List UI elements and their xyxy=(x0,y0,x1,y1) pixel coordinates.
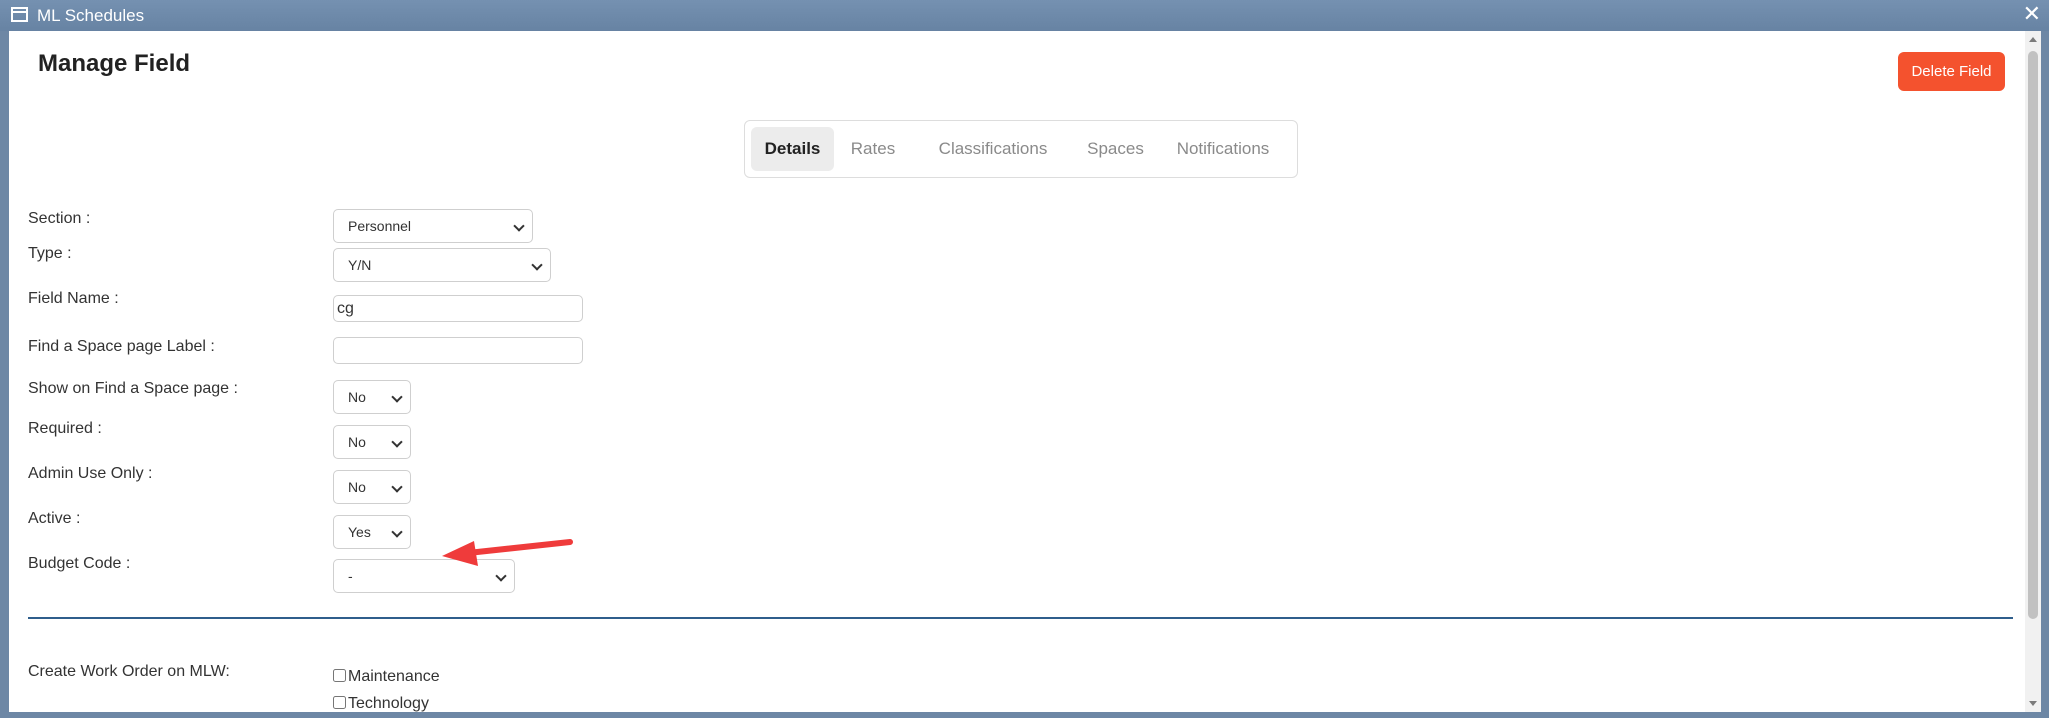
active-label: Active : xyxy=(28,510,81,527)
window-titlebar: ML Schedules ✕ xyxy=(0,0,2049,31)
show-on-find-value: No xyxy=(348,389,366,405)
chevron-down-icon xyxy=(531,259,543,271)
chevron-down-icon xyxy=(391,526,403,538)
required-value: No xyxy=(348,434,366,450)
tab-rates[interactable]: Rates xyxy=(847,127,899,171)
show-on-find-select[interactable]: No xyxy=(333,380,411,414)
chevron-down-icon xyxy=(391,436,403,448)
field-name-input[interactable] xyxy=(333,295,583,322)
scroll-down-icon[interactable] xyxy=(2029,701,2037,706)
admin-only-select[interactable]: No xyxy=(333,470,411,504)
scroll-up-icon[interactable] xyxy=(2029,37,2037,42)
page-title: Manage Field xyxy=(38,50,191,77)
section-divider xyxy=(28,617,2013,619)
admin-only-value: No xyxy=(348,479,366,495)
budget-code-label: Budget Code : xyxy=(28,555,131,572)
close-icon[interactable]: ✕ xyxy=(2023,2,2041,27)
work-order-label: Create Work Order on MLW: xyxy=(28,663,230,680)
technology-option[interactable]: Technology xyxy=(333,695,429,712)
maintenance-label: Maintenance xyxy=(348,668,440,685)
tab-classifications[interactable]: Classifications xyxy=(917,127,1069,171)
scroll-thumb[interactable] xyxy=(2028,51,2038,619)
chevron-down-icon xyxy=(513,220,525,232)
chevron-down-icon xyxy=(391,391,403,403)
maintenance-checkbox[interactable] xyxy=(333,669,346,682)
space-label-label: Find a Space page Label : xyxy=(28,338,215,355)
section-select[interactable]: Personnel xyxy=(333,209,533,243)
active-value: Yes xyxy=(348,524,371,540)
admin-only-label: Admin Use Only : xyxy=(28,465,153,482)
chevron-down-icon xyxy=(495,570,507,582)
delete-field-button[interactable]: Delete Field xyxy=(1898,52,2005,91)
vertical-scrollbar[interactable] xyxy=(2025,31,2041,712)
required-label: Required : xyxy=(28,420,102,437)
type-label: Type : xyxy=(28,245,72,262)
type-select-value: Y/N xyxy=(348,257,372,273)
maintenance-option[interactable]: Maintenance xyxy=(333,668,440,686)
red-arrow-icon xyxy=(442,539,573,566)
active-select[interactable]: Yes xyxy=(333,515,411,549)
space-label-input[interactable] xyxy=(333,337,583,364)
window-edge xyxy=(2041,31,2049,712)
technology-label: Technology xyxy=(348,695,429,712)
show-on-find-label: Show on Find a Space page : xyxy=(28,380,238,397)
tab-spaces[interactable]: Spaces xyxy=(1080,127,1151,171)
technology-checkbox[interactable] xyxy=(333,696,346,709)
tab-notifications[interactable]: Notifications xyxy=(1164,127,1282,171)
budget-code-value: - xyxy=(348,568,353,584)
field-name-label: Field Name : xyxy=(28,290,119,307)
tab-bar: Details Rates Classifications Spaces Not… xyxy=(744,120,1298,178)
chevron-down-icon xyxy=(391,481,403,493)
tab-details[interactable]: Details xyxy=(751,127,834,171)
window-title: ML Schedules xyxy=(37,6,145,25)
dialog-panel: Manage Field Delete Field Details Rates … xyxy=(9,31,2025,712)
section-label: Section : xyxy=(28,210,91,227)
section-select-value: Personnel xyxy=(348,218,412,234)
window-icon xyxy=(11,7,28,22)
required-select[interactable]: No xyxy=(333,425,411,459)
type-select[interactable]: Y/N xyxy=(333,248,551,282)
